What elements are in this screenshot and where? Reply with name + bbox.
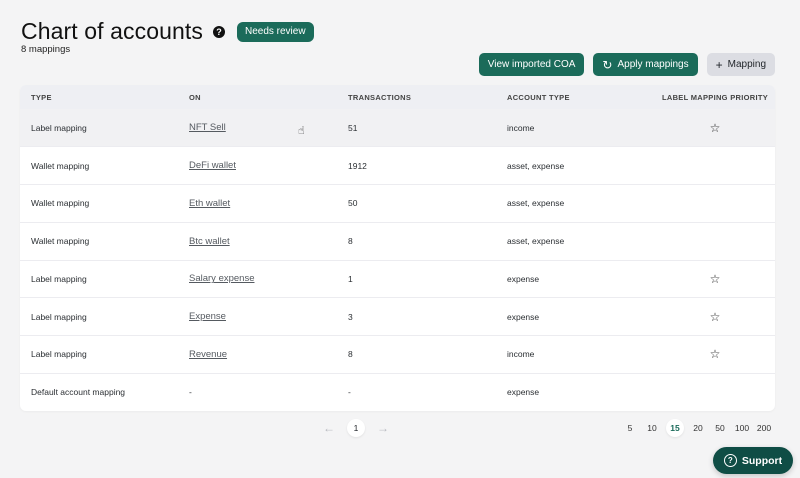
cell-account-type: asset, expense: [507, 160, 565, 171]
mapping-count: 8 mappings: [21, 44, 71, 55]
page-size-selector: 5 10 15 20 50 100 200: [622, 419, 772, 437]
page-size-option[interactable]: 15: [666, 419, 684, 437]
cell-type: Label mapping: [31, 311, 87, 322]
cell-on: -: [178, 373, 337, 411]
cell-priority: ☆: [655, 260, 775, 298]
toolbar-actions: View imported COA ↻ Apply mappings + Map…: [478, 53, 775, 76]
on-value: -: [189, 387, 192, 398]
on-link[interactable]: Btc wallet: [189, 236, 230, 247]
view-imported-coa-label: View imported COA: [487, 59, 576, 70]
on-link[interactable]: Expense: [189, 311, 226, 322]
table-row[interactable]: Label mapping NFT Sell 51 income ☆: [20, 109, 775, 147]
on-link[interactable]: Revenue: [189, 349, 227, 360]
cell-priority: ☆: [655, 298, 775, 336]
cell-transactions: 3: [348, 311, 353, 322]
apply-mappings-button[interactable]: ↻ Apply mappings: [593, 53, 698, 76]
page-size-option[interactable]: 50: [712, 419, 728, 437]
help-icon[interactable]: ?: [212, 26, 225, 38]
cell-account-type: expense: [507, 273, 540, 284]
needs-review-badge[interactable]: Needs review: [236, 21, 314, 42]
page-size-option[interactable]: 10: [644, 419, 660, 437]
cell-account-type: asset, expense: [507, 198, 565, 209]
star-icon[interactable]: ☆: [710, 310, 721, 324]
cell-transactions: 1912: [348, 160, 367, 171]
cell-priority: ☆: [655, 336, 775, 374]
pointer-cursor-icon: ☝: [298, 125, 305, 137]
page-size-option[interactable]: 20: [690, 419, 706, 437]
page-header: Chart of accounts ? Needs review: [21, 18, 314, 45]
cell-transactions: 8: [348, 236, 353, 247]
table-row[interactable]: Wallet mapping Btc wallet 8 asset, expen…: [20, 222, 775, 260]
cell-priority: ☆: [655, 109, 775, 147]
cell-on: NFT Sell: [178, 109, 337, 147]
cell-transactions: 51: [348, 122, 358, 133]
cell-transactions: 50: [348, 198, 358, 209]
cell-priority: [655, 222, 775, 260]
cell-account-type: income: [507, 122, 535, 133]
cell-transactions: 8: [348, 349, 353, 360]
table-row[interactable]: Label mapping Salary expense 1 expense ☆: [20, 260, 775, 298]
table-header-row: TYPE ON TRANSACTIONS ACCOUNT TYPE LABEL …: [20, 85, 775, 109]
cell-priority: [655, 185, 775, 223]
page-title: Chart of accounts: [21, 18, 203, 44]
cell-type: Default account mapping: [31, 387, 126, 398]
star-icon[interactable]: ☆: [710, 121, 721, 135]
mappings-table: TYPE ON TRANSACTIONS ACCOUNT TYPE LABEL …: [20, 85, 775, 411]
cell-type: Label mapping: [31, 122, 87, 133]
table-row[interactable]: Wallet mapping Eth wallet 50 asset, expe…: [20, 184, 775, 223]
prev-page-icon[interactable]: ←: [323, 421, 335, 435]
cell-account-type: expense: [507, 387, 540, 398]
cell-account-type: asset, expense: [507, 236, 565, 247]
add-mapping-label: Mapping: [727, 59, 766, 70]
cell-transactions: -: [348, 387, 351, 398]
column-header-type[interactable]: TYPE: [20, 85, 178, 109]
cell-on: DeFi wallet: [178, 147, 337, 185]
page-size-option[interactable]: 100: [734, 419, 750, 437]
on-link[interactable]: NFT Sell: [189, 122, 226, 133]
cell-on: Eth wallet: [178, 185, 337, 223]
column-header-transactions[interactable]: TRANSACTIONS: [337, 85, 496, 109]
apply-mappings-label: Apply mappings: [617, 59, 689, 70]
cell-account-type: income: [507, 349, 535, 360]
add-mapping-button[interactable]: + Mapping: [706, 53, 775, 76]
on-link[interactable]: Salary expense: [189, 273, 254, 284]
cell-on: Expense: [178, 298, 337, 336]
view-imported-coa-button[interactable]: View imported COA: [478, 53, 585, 76]
cell-account-type: expense: [507, 311, 540, 322]
table-row[interactable]: Default account mapping - - expense: [20, 373, 775, 411]
refresh-icon: ↻: [602, 57, 613, 72]
next-page-icon[interactable]: →: [377, 421, 389, 435]
page-number-current[interactable]: 1: [347, 419, 365, 437]
table-row[interactable]: Label mapping Expense 3 expense ☆: [20, 297, 775, 336]
table-row[interactable]: Wallet mapping DeFi wallet 1912 asset, e…: [20, 146, 775, 185]
column-header-priority[interactable]: LABEL MAPPING PRIORITY: [655, 85, 775, 109]
cell-transactions: 1: [348, 273, 353, 284]
support-label: Support: [741, 454, 783, 467]
mappings-table-card: TYPE ON TRANSACTIONS ACCOUNT TYPE LABEL …: [20, 85, 775, 411]
on-link[interactable]: DeFi wallet: [189, 160, 236, 171]
cell-on: Revenue: [178, 336, 337, 374]
cell-type: Label mapping: [31, 273, 87, 284]
cell-type: Label mapping: [31, 349, 87, 360]
cell-priority: [655, 147, 775, 185]
cell-on: Btc wallet: [178, 222, 337, 260]
cell-type: Wallet mapping: [31, 198, 90, 209]
support-button[interactable]: ? Support: [713, 447, 793, 474]
plus-icon: +: [715, 57, 723, 72]
cell-priority: [655, 373, 775, 411]
column-header-account-type[interactable]: ACCOUNT TYPE: [496, 85, 655, 109]
star-icon[interactable]: ☆: [710, 272, 721, 286]
page-size-option[interactable]: 200: [756, 419, 772, 437]
cell-type: Wallet mapping: [31, 160, 90, 171]
column-header-on[interactable]: ON: [178, 85, 337, 109]
table-row[interactable]: Label mapping Revenue 8 income ☆: [20, 335, 775, 374]
page-size-option[interactable]: 5: [622, 419, 638, 437]
on-link[interactable]: Eth wallet: [189, 198, 230, 209]
cell-type: Wallet mapping: [31, 236, 90, 247]
cell-on: Salary expense: [178, 260, 337, 298]
pagination: ← 1 →: [323, 419, 389, 437]
help-circle-icon: ?: [723, 454, 737, 467]
star-icon[interactable]: ☆: [710, 347, 721, 361]
